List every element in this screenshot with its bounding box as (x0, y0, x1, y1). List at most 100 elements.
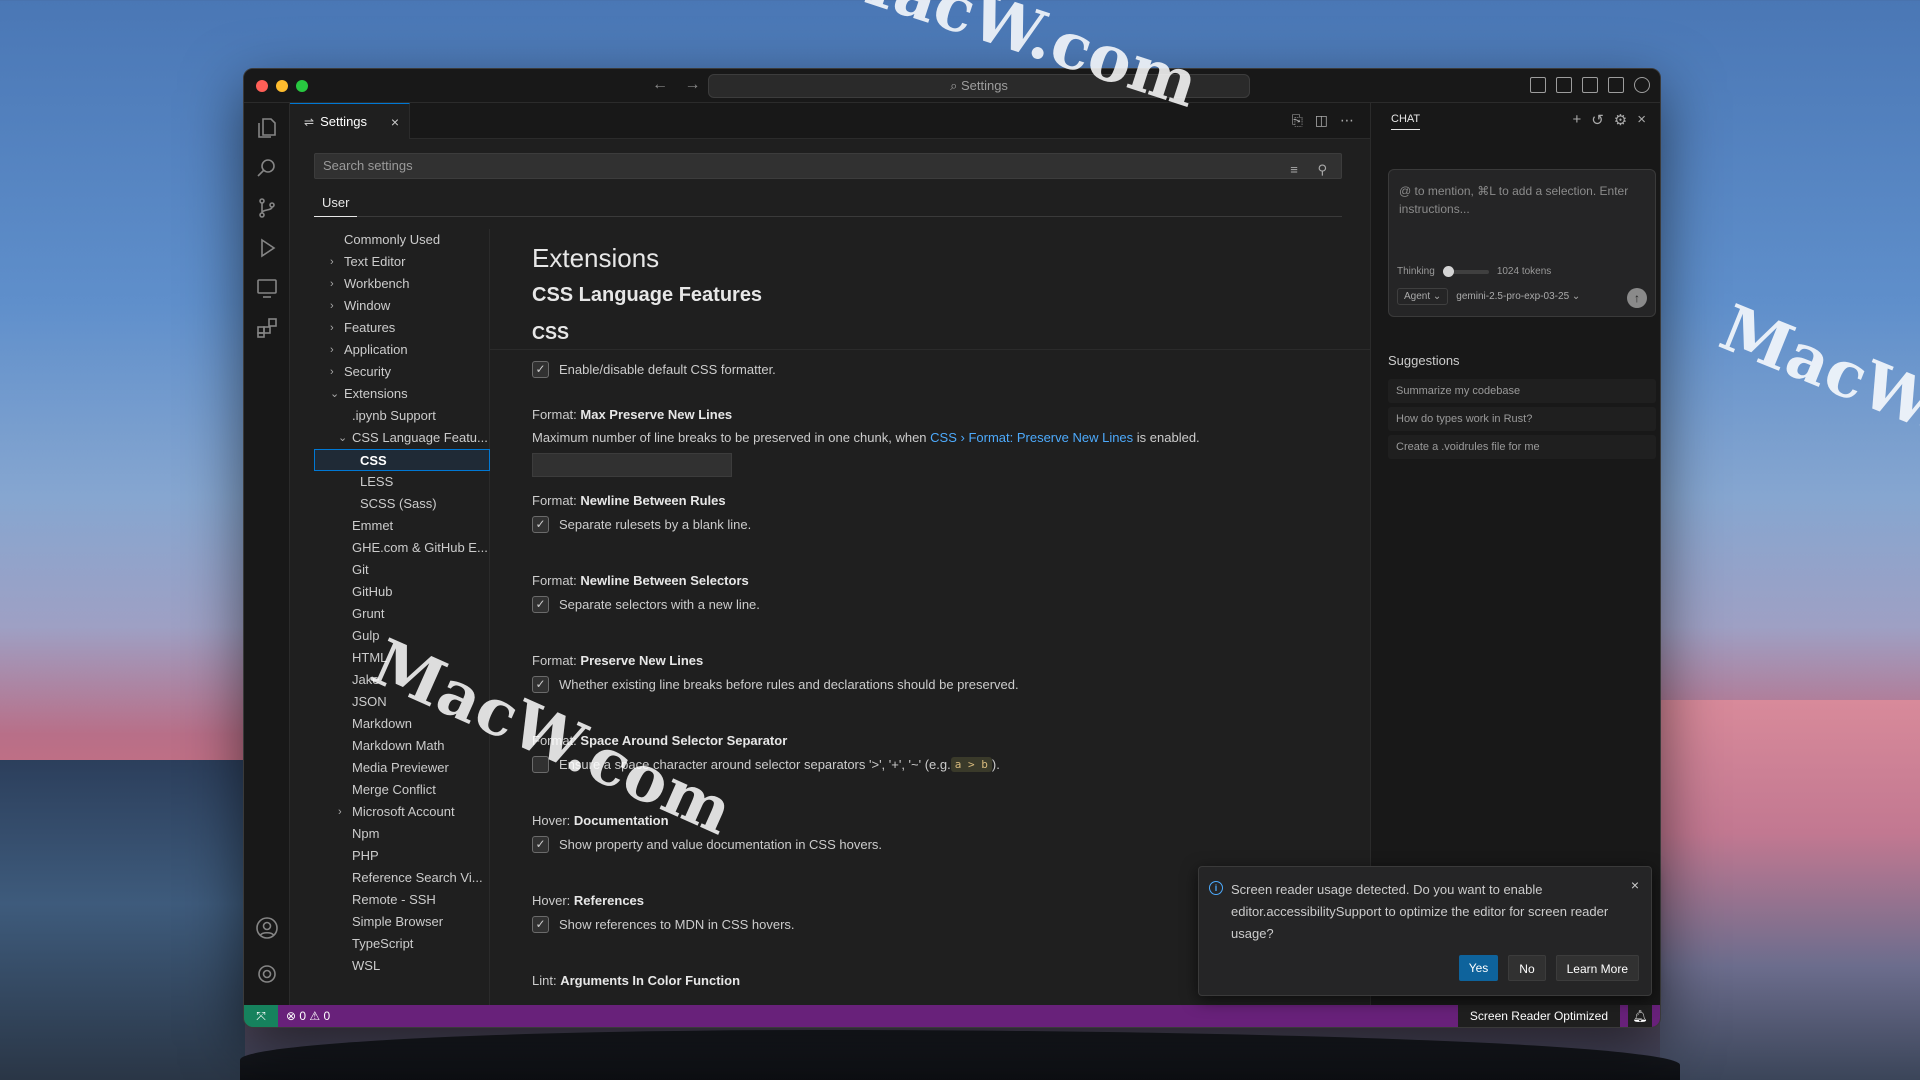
max-preserve-number-input[interactable] (532, 453, 732, 477)
minimize-window-button[interactable] (276, 80, 288, 92)
mode-dropdown[interactable]: Agent ⌄ (1397, 288, 1449, 305)
suggestion-item[interactable]: Summarize my codebase (1388, 379, 1656, 403)
model-dropdown[interactable]: gemini-2.5-pro-exp-03-25 ⌄ (1456, 291, 1580, 302)
toc-item[interactable]: Features (344, 317, 488, 339)
toc-item[interactable]: .ipynb Support (352, 405, 488, 427)
toc-item[interactable]: Remote - SSH (352, 889, 488, 911)
toc-item[interactable]: Emmet (352, 515, 488, 537)
toc-item[interactable]: Merge Conflict (352, 779, 488, 801)
toc-item[interactable]: CSS Language Featu... (352, 427, 488, 449)
customize-layout-icon[interactable] (1530, 77, 1546, 93)
toc-chevron-icon[interactable]: ⌄ (330, 383, 339, 405)
toc-item[interactable]: GitHub (352, 581, 488, 603)
remote-indicator[interactable]: ⤧ (244, 1005, 278, 1027)
account-icon[interactable] (254, 915, 280, 941)
no-button[interactable]: No (1508, 955, 1546, 981)
close-notification-icon[interactable]: × (1631, 877, 1639, 893)
chat-title[interactable]: CHAT (1391, 113, 1421, 130)
remote-explorer-icon[interactable] (254, 275, 280, 301)
zoom-window-button[interactable] (296, 80, 308, 92)
toc-item[interactable]: Application (344, 339, 488, 361)
toc-chevron-icon[interactable]: › (330, 361, 334, 383)
toc-item[interactable]: Jake (352, 669, 488, 691)
toc-item[interactable]: JSON (352, 691, 488, 713)
tab-settings[interactable]: ⇌ Settings × (290, 103, 410, 139)
toc-item[interactable]: Markdown (352, 713, 488, 735)
toc-item[interactable]: Simple Browser (352, 911, 488, 933)
checkbox[interactable]: ✓ (532, 516, 549, 533)
thinking-slider[interactable] (1442, 265, 1489, 277)
split-editor-icon[interactable]: ◫ (1315, 112, 1328, 129)
toc-item[interactable]: Git (352, 559, 488, 581)
search-icon[interactable] (254, 155, 280, 181)
toc-item[interactable]: Extensions (344, 383, 488, 405)
toc-item[interactable]: Markdown Math (352, 735, 488, 757)
new-chat-icon[interactable]: + (1572, 111, 1581, 129)
more-actions-icon[interactable]: ⋯ (1340, 112, 1354, 129)
suggestion-item[interactable]: Create a .voidrules file for me (1388, 435, 1656, 459)
manage-gear-icon[interactable] (254, 961, 280, 987)
filter-icon[interactable]: ≡ ⚲ (1290, 158, 1335, 182)
toc-item[interactable]: SCSS (Sass) (360, 493, 488, 515)
screen-reader-status[interactable]: Screen Reader Optimized (1457, 1005, 1620, 1027)
toc-item[interactable]: TypeScript (352, 933, 488, 955)
toc-item[interactable]: Microsoft Account (352, 801, 488, 823)
toc-item[interactable]: LESS (360, 471, 488, 493)
toc-chevron-icon[interactable]: › (330, 273, 334, 295)
extensions-icon[interactable] (254, 315, 280, 341)
toc-chevron-icon[interactable]: › (330, 339, 334, 361)
toggle-panel-icon[interactable] (1582, 77, 1598, 93)
open-settings-json-icon[interactable]: ⎘ (1292, 112, 1303, 129)
checkbox-unchecked[interactable] (532, 756, 549, 773)
chat-settings-icon[interactable]: ⚙ (1614, 111, 1627, 129)
slider-knob[interactable] (1442, 265, 1454, 277)
toc-item[interactable]: CSS (314, 449, 490, 471)
toggle-secondary-sidebar-icon[interactable] (1608, 77, 1624, 93)
history-icon[interactable]: ↺ (1591, 111, 1604, 129)
toc-item[interactable]: WSL (352, 955, 488, 977)
toc-chevron-icon[interactable]: › (330, 317, 334, 339)
problems-indicator[interactable]: ⊗ 0 ⚠ 0 (286, 1005, 330, 1027)
toggle-primary-sidebar-icon[interactable] (1556, 77, 1572, 93)
toc-item[interactable]: HTML (352, 647, 488, 669)
toc-item[interactable]: PHP (352, 845, 488, 867)
forward-arrow-icon[interactable]: → (684, 76, 700, 93)
source-control-icon[interactable] (254, 195, 280, 221)
checkbox[interactable]: ✓ (532, 916, 549, 933)
chat-input[interactable]: @ to mention, ⌘L to add a selection. Ent… (1388, 169, 1656, 317)
close-tab-icon[interactable]: × (391, 114, 399, 130)
search-settings-input[interactable]: Search settings ≡ ⚲ (314, 153, 1342, 179)
toc-item[interactable]: Workbench (344, 273, 488, 295)
toc-item[interactable]: Security (344, 361, 488, 383)
tab-user[interactable]: User (314, 189, 358, 217)
settings-gear-icon[interactable] (1634, 77, 1650, 93)
toc-chevron-icon[interactable]: › (330, 251, 334, 273)
checkbox[interactable]: ✓ (532, 361, 549, 378)
toc-item[interactable]: Grunt (352, 603, 488, 625)
toc-item[interactable]: GHE.com & GitHub E... (352, 537, 488, 559)
send-button[interactable]: ↑ (1627, 288, 1647, 308)
checkbox[interactable]: ✓ (532, 596, 549, 613)
toc-item[interactable]: Window (344, 295, 488, 317)
toc-item[interactable]: Media Previewer (352, 757, 488, 779)
checkbox[interactable]: ✓ (532, 676, 549, 693)
close-window-button[interactable] (256, 80, 268, 92)
command-center[interactable]: ⌕ Settings (708, 74, 1250, 98)
toc-chevron-icon[interactable]: › (338, 801, 342, 823)
setting-link[interactable]: CSS › Format: Preserve New Lines (930, 430, 1133, 445)
toc-item[interactable]: Reference Search Vi... (352, 867, 488, 889)
back-arrow-icon[interactable]: ← (652, 76, 668, 93)
learn-more-button[interactable]: Learn More (1555, 955, 1639, 981)
notifications-bell-icon[interactable]: 🔔︎ (1628, 1005, 1652, 1027)
toc-chevron-icon[interactable]: ⌄ (338, 427, 347, 449)
checkbox[interactable]: ✓ (532, 836, 549, 853)
toc-chevron-icon[interactable]: › (330, 295, 334, 317)
explorer-icon[interactable] (254, 115, 280, 141)
toc-item[interactable]: Text Editor (344, 251, 488, 273)
yes-button[interactable]: Yes (1458, 955, 1499, 981)
suggestion-item[interactable]: How do types work in Rust? (1388, 407, 1656, 431)
toc-item[interactable]: Gulp (352, 625, 488, 647)
close-chat-icon[interactable]: × (1637, 111, 1646, 129)
toc-item[interactable]: Npm (352, 823, 488, 845)
toc-item[interactable]: Commonly Used (344, 229, 488, 251)
